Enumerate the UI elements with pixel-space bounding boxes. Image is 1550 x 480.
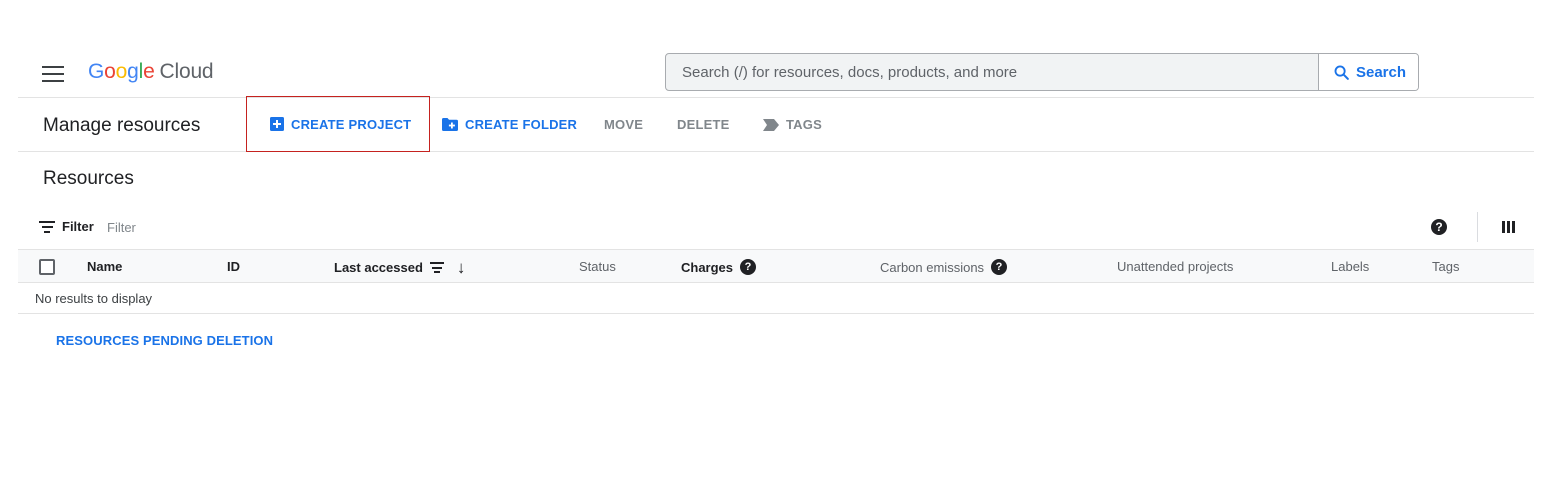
filter-label: Filter: [62, 219, 94, 234]
search-bar: Search: [665, 53, 1419, 91]
create-folder-button[interactable]: CREATE FOLDER: [442, 98, 577, 151]
filter-icon[interactable]: [39, 221, 55, 233]
empty-table-row: No results to display: [18, 283, 1534, 314]
search-icon: [1334, 65, 1349, 80]
column-header-status[interactable]: Status: [579, 259, 616, 274]
tags-label: TAGS: [786, 117, 822, 132]
create-folder-label: CREATE FOLDER: [465, 117, 578, 132]
resources-pending-deletion-link[interactable]: RESOURCES PENDING DELETION: [56, 333, 273, 348]
create-project-label: CREATE PROJECT: [291, 116, 412, 132]
toolbar-divider: [1477, 212, 1478, 242]
column-header-id[interactable]: ID: [227, 259, 240, 274]
column-header-labels[interactable]: Labels: [1331, 259, 1369, 274]
column-header-unattended-projects[interactable]: Unattended projects: [1117, 259, 1233, 274]
top-app-bar: Google Cloud Search: [18, 52, 1534, 98]
label-icon: [763, 118, 779, 131]
create-project-button[interactable]: CREATE PROJECT: [246, 96, 430, 152]
action-bar: Manage resources CREATE PROJECT CREATE F…: [18, 96, 1534, 152]
move-button[interactable]: MOVE: [604, 98, 643, 151]
select-all-checkbox[interactable]: [39, 259, 55, 275]
table-header: Name ID Last accessed ↓ Status Charges ?…: [18, 249, 1534, 283]
filter-bar: Filter ?: [18, 212, 1534, 242]
column-header-last-accessed[interactable]: Last accessed ↓: [334, 259, 465, 276]
column-display-icon[interactable]: [1502, 221, 1515, 233]
move-label: MOVE: [604, 117, 644, 132]
delete-button[interactable]: DELETE: [677, 98, 729, 151]
google-cloud-logo[interactable]: Google Cloud: [88, 60, 214, 84]
search-button-label: Search: [1355, 63, 1407, 81]
tags-button[interactable]: TAGS: [763, 98, 822, 151]
help-icon[interactable]: ?: [1431, 219, 1447, 235]
charges-help-icon[interactable]: ?: [740, 259, 757, 275]
search-input[interactable]: [666, 54, 1318, 90]
add-box-icon: [270, 117, 284, 131]
carbon-emissions-help-icon[interactable]: ?: [991, 259, 1008, 275]
arrow-down-icon[interactable]: ↓: [457, 259, 466, 276]
empty-message: No results to display: [35, 291, 153, 306]
column-header-name[interactable]: Name: [87, 259, 122, 274]
create-new-folder-icon: [442, 118, 458, 131]
sort-icon[interactable]: [429, 262, 444, 273]
page-title: Manage resources: [43, 115, 201, 136]
column-header-charges[interactable]: Charges ?: [681, 259, 757, 275]
filter-input[interactable]: [107, 215, 407, 239]
resources-heading: Resources: [43, 168, 134, 189]
delete-label: DELETE: [677, 117, 730, 132]
column-header-carbon-emissions[interactable]: Carbon emissions ?: [880, 259, 1008, 275]
column-header-tags[interactable]: Tags: [1432, 259, 1459, 274]
menu-icon[interactable]: [42, 66, 64, 82]
search-button[interactable]: Search: [1318, 54, 1418, 90]
